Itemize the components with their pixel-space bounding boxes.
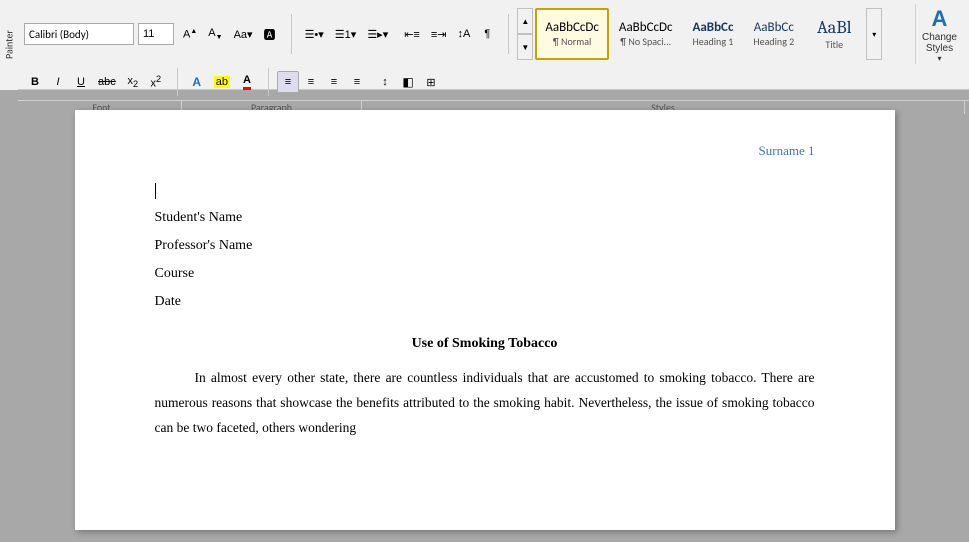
text-cursor: [155, 183, 156, 199]
font-size-increase-btn[interactable]: A▲: [178, 23, 202, 45]
student-name-line: Student's Name: [155, 204, 815, 232]
style-h2-label: Heading 2: [753, 35, 794, 48]
styles-section: ▲ ▼ AaBbCcDc ¶ Normal AaBbCcDc ¶ No Spac…: [517, 8, 911, 60]
toolbar-row2: B I U abc x2 x2: [18, 66, 969, 100]
numbering-btn[interactable]: ☰1▾: [330, 23, 362, 45]
alignment-group: ≡ ≡ ≡ ≡: [277, 71, 368, 93]
change-styles-arrow: ▾: [937, 54, 941, 63]
spacing-group: ↕ ◧ ⊞: [374, 71, 442, 93]
align-left-button[interactable]: ≡: [277, 71, 299, 93]
list-group: ☰•▾ ☰1▾ ☰▸▾: [300, 23, 394, 45]
line-spacing-button[interactable]: ↕: [374, 71, 396, 93]
styles-scroll-down[interactable]: ▼: [517, 34, 533, 60]
change-styles-label: ChangeStyles: [922, 32, 957, 54]
bold-button[interactable]: B: [24, 71, 46, 93]
style-normal-preview: AaBbCcDc: [545, 20, 599, 35]
style-title[interactable]: AaBl Title: [804, 8, 864, 60]
shading-button[interactable]: ◧: [397, 71, 419, 93]
style-normal-label: ¶ Normal: [553, 35, 591, 48]
divider2: [508, 14, 509, 54]
header-surname: Surname 1: [759, 143, 815, 158]
styles-expand-btn[interactable]: ▾: [866, 8, 882, 60]
style-nospace-preview: AaBbCcDc: [619, 20, 673, 35]
font-size-group: A▲ A▼ Aa▾ 🅰: [178, 23, 281, 45]
divider3: [177, 68, 178, 96]
style-h2-preview: AaBbCc: [754, 20, 794, 35]
professor-name-line: Professor's Name: [155, 232, 815, 260]
divider4: [268, 68, 269, 96]
show-paragraph-btn[interactable]: ¶: [476, 23, 498, 45]
painter-label: Painter: [3, 31, 16, 60]
indent-increase-btn[interactable]: ≡⇥: [426, 23, 452, 45]
style-title-label: Title: [825, 38, 843, 51]
style-nospace-label: ¶ No Spaci...: [620, 35, 671, 48]
style-h1-label: Heading 1: [693, 35, 734, 48]
text-decoration-group: A ab A: [186, 71, 258, 93]
document-page[interactable]: Surname 1 Student's Name Professor's Nam…: [75, 110, 895, 530]
main-area: Surname 1 Student's Name Professor's Nam…: [0, 90, 969, 542]
divider1: [291, 14, 292, 54]
highlight-color-button[interactable]: ab: [209, 71, 235, 93]
text-effects-button[interactable]: A: [186, 71, 208, 93]
borders-button[interactable]: ⊞: [420, 71, 442, 93]
font-format-group: B I U abc x2 x2: [24, 71, 167, 93]
document-paragraph1: In almost every other state, there are c…: [155, 366, 815, 441]
page-header: Surname 1: [155, 140, 815, 162]
style-h1-preview: AaBbCc: [693, 20, 734, 35]
toolbar: Painter A▲ A▼ Aa▾ 🅰 ☰•▾ ☰1▾: [0, 0, 969, 90]
font-size-input[interactable]: [138, 23, 174, 45]
style-heading2[interactable]: AaBbCc Heading 2: [743, 8, 804, 60]
superscript-button[interactable]: x2: [145, 71, 167, 93]
subscript-button[interactable]: x2: [122, 71, 144, 93]
font-family-input[interactable]: [24, 23, 134, 45]
align-center-button[interactable]: ≡: [300, 71, 322, 93]
align-right-button[interactable]: ≡: [323, 71, 345, 93]
underline-button[interactable]: U: [70, 71, 92, 93]
style-no-spacing[interactable]: AaBbCcDc ¶ No Spaci...: [609, 8, 683, 60]
cursor-line: [155, 182, 815, 200]
style-normal[interactable]: AaBbCcDc ¶ Normal: [535, 8, 609, 60]
change-styles-icon: A: [932, 6, 948, 32]
styles-scroll-up[interactable]: ▲: [517, 8, 533, 34]
format-painter-button[interactable]: Painter: [0, 0, 18, 90]
multilevel-list-btn[interactable]: ☰▸▾: [362, 23, 393, 45]
bullets-btn[interactable]: ☰•▾: [300, 23, 329, 45]
indent-decrease-btn[interactable]: ⇤≡: [399, 23, 425, 45]
indent-group: ⇤≡ ≡⇥ ↕A ¶: [399, 23, 498, 45]
strikethrough-button[interactable]: abc: [93, 71, 121, 93]
course-line: Course: [155, 260, 815, 288]
change-styles-button[interactable]: A ChangeStyles ▾: [915, 4, 963, 64]
justify-button[interactable]: ≡: [346, 71, 368, 93]
clear-formatting-btn[interactable]: 🅰: [259, 23, 281, 45]
style-heading1[interactable]: AaBbCc Heading 1: [683, 8, 744, 60]
change-case-btn[interactable]: Aa▾: [229, 23, 258, 45]
sort-btn[interactable]: ↕A: [453, 23, 476, 45]
style-title-preview: AaBl: [817, 17, 852, 38]
font-size-decrease-btn[interactable]: A▼: [203, 23, 227, 45]
toolbar-row1: A▲ A▼ Aa▾ 🅰 ☰•▾ ☰1▾ ☰▸▾ ⇤≡ ≡⇥ ↕A ¶: [18, 0, 969, 66]
date-line: Date: [155, 288, 815, 316]
document-title: Use of Smoking Tobacco: [155, 332, 815, 356]
italic-button[interactable]: I: [47, 71, 69, 93]
font-color-button[interactable]: A: [236, 71, 258, 93]
